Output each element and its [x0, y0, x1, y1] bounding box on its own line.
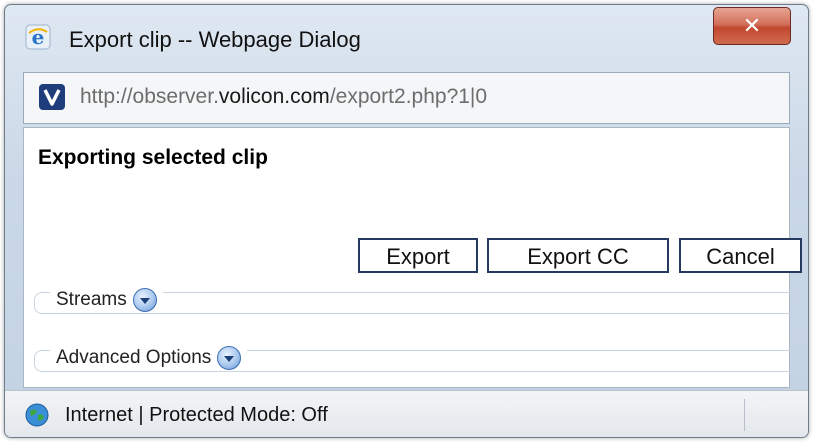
- address-bar: http://observer.volicon.com/export2.php?…: [23, 72, 790, 124]
- url-domain: volicon.com: [218, 85, 330, 108]
- export-button[interactable]: Export: [358, 238, 478, 273]
- advanced-options-legend[interactable]: Advanced Options: [50, 346, 248, 370]
- volicon-favicon: [39, 84, 65, 110]
- window-title: Export clip -- Webpage Dialog: [69, 27, 361, 52]
- streams-label: Streams: [56, 289, 127, 310]
- dialog-content: Exporting selected clip Export Export CC…: [23, 127, 802, 388]
- url-suffix: /export2.php?1|0: [329, 85, 488, 108]
- status-bar: Internet | Protected Mode: Off: [5, 390, 808, 437]
- advanced-options-expand-icon[interactable]: [217, 346, 242, 370]
- close-button[interactable]: ✕: [713, 7, 791, 45]
- url-prefix: http://observer.: [80, 85, 219, 108]
- status-text: Internet | Protected Mode: Off: [65, 404, 328, 426]
- status-divider: [744, 399, 745, 431]
- advanced-options-label: Advanced Options: [56, 347, 212, 368]
- globe-icon: [25, 403, 49, 427]
- cancel-button[interactable]: Cancel: [679, 238, 802, 273]
- streams-legend[interactable]: Streams: [50, 288, 163, 312]
- internet-explorer-icon: e: [25, 24, 51, 50]
- url-text: http://observer.volicon.com/export2.php?…: [80, 85, 487, 109]
- export-cc-button[interactable]: Export CC: [487, 238, 669, 273]
- title-bar[interactable]: e Export clip -- Webpage Dialog ✕: [5, 5, 808, 59]
- streams-expand-icon[interactable]: [132, 288, 157, 312]
- dialog-window: e Export clip -- Webpage Dialog ✕ http:/…: [4, 4, 809, 438]
- dialog-heading: Exporting selected clip: [38, 146, 268, 169]
